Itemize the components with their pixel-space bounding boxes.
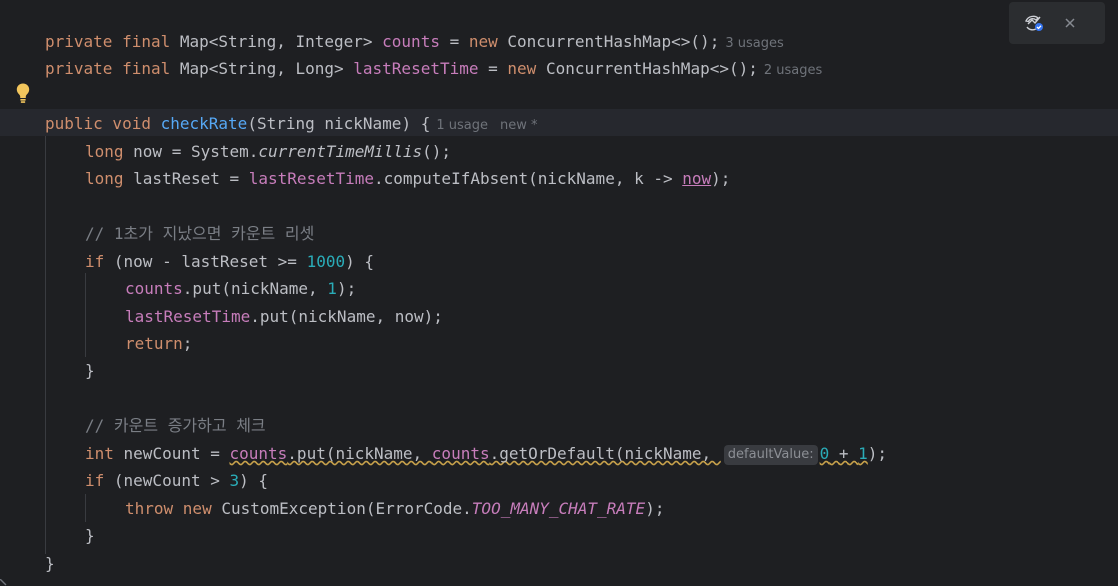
code-text: CustomException(ErrorCode. [211,499,472,518]
closing-brace: } [45,554,55,573]
code-text: .computeIfAbsent(nickName, k -> [374,169,683,188]
code-text: .getOrDefault(nickName, [489,444,721,463]
keyword: public void [45,114,151,133]
code-text: (now - lastReset >= [104,252,307,271]
code-text: + [829,444,859,463]
keyword: long [85,169,124,188]
code-text: (); [422,142,452,161]
code-line: return; [125,330,192,357]
code-text: ); [711,169,731,188]
code-line: private final Map<String, Integer> count… [45,28,784,55]
field-name: counts [431,444,490,463]
number-literal: 0 [819,444,830,463]
code-text: (String nickName) { [247,114,431,133]
indent-guide [85,494,86,522]
code-line: private final Map<String, Long> lastRese… [45,55,822,82]
author-hint[interactable]: new * [500,118,538,133]
code-line: long lastReset = lastResetTime.computeIf… [85,165,730,192]
closing-brace: } [85,361,95,380]
code-text: newCount = [113,444,230,463]
ai-assistant-button[interactable] [1023,12,1045,34]
code-text: ConcurrentHashMap<>(); [497,32,720,51]
code-text: lastReset = [123,169,249,188]
close-button[interactable] [1059,12,1081,34]
lightbulb-icon[interactable] [14,82,32,104]
code-text: ); [867,444,888,463]
keyword: throw new [125,499,212,518]
code-text: Map<String, Long> [170,59,354,78]
number-literal: 1 [858,444,868,463]
indent-guide [45,136,46,554]
code-comment: // 카운트 증가하고 체크 [85,416,266,435]
usages-hint[interactable]: 1 usage [436,118,488,133]
captured-variable: now [682,169,712,188]
code-text: .put(nickName, [287,444,432,463]
code-text: = [478,59,508,78]
enum-constant: TOO_MANY_CHAT_RATE [471,499,646,518]
keyword: int [85,444,114,463]
code-text: .put(nickName, [182,279,328,298]
code-text: ); [645,499,665,518]
keyword: private final [45,32,171,51]
keyword: new [507,59,537,78]
keyword: long [85,142,124,161]
code-text: ); [336,279,357,298]
code-line: long now = System.currentTimeMillis(); [85,138,451,165]
keyword: if [85,471,105,490]
code-line: if (now - lastReset >= 1000) { [85,248,374,275]
closing-brace: } [85,526,95,545]
number-literal: 1000 [306,252,346,271]
number-literal: 3 [229,471,240,490]
field-name: lastResetTime [353,59,479,78]
keyword: private final [45,59,171,78]
number-literal: 1 [327,279,337,298]
code-line: if (newCount > 3) { [85,467,268,494]
method-name: checkRate [160,114,248,133]
keyword: return [125,334,183,353]
code-line: lastResetTime.put(nickName, now); [125,303,443,330]
keyword: if [85,252,105,271]
code-text: .put(nickName, now); [250,307,443,326]
code-text: (newCount > [104,471,230,490]
code-comment: // 1초가 지났으면 카운트 리셋 [85,224,315,243]
parameter-name-hint[interactable]: defaultValue: [723,445,818,465]
code-text: now = System. [123,142,259,161]
ai-assistant-icon [1025,15,1043,31]
code-line: counts.put(nickName, 1); [125,275,356,302]
code-text: Map<String, Integer> [170,32,383,51]
static-method: currentTimeMillis [258,142,423,161]
code-text: ConcurrentHashMap<>(); [536,59,758,78]
field-name: counts [229,444,288,463]
usages-hint[interactable]: 3 usages [725,36,783,51]
field-name: counts [125,279,183,298]
fold-marker-icon[interactable] [0,579,7,586]
code-line: public void checkRate(String nickName) {… [45,110,538,137]
indent-guide [85,273,86,357]
code-text: ) { [345,252,374,271]
code-line: int newCount = counts.put(nickName, coun… [85,440,887,467]
field-name: lastResetTime [125,307,251,326]
code-editor[interactable]: private final Map<String, Integer> count… [0,0,1118,586]
close-icon [1065,18,1075,28]
code-line: throw new CustomException(ErrorCode.TOO_… [125,495,664,522]
code-text: ) { [239,471,269,490]
usages-hint[interactable]: 2 usages [764,63,822,78]
field-name: lastResetTime [248,169,374,188]
floating-toolbar [1009,2,1105,44]
field-name: counts [382,32,440,51]
code-text: = [439,32,469,51]
code-text: ; [182,334,193,353]
keyword: new [468,32,498,51]
